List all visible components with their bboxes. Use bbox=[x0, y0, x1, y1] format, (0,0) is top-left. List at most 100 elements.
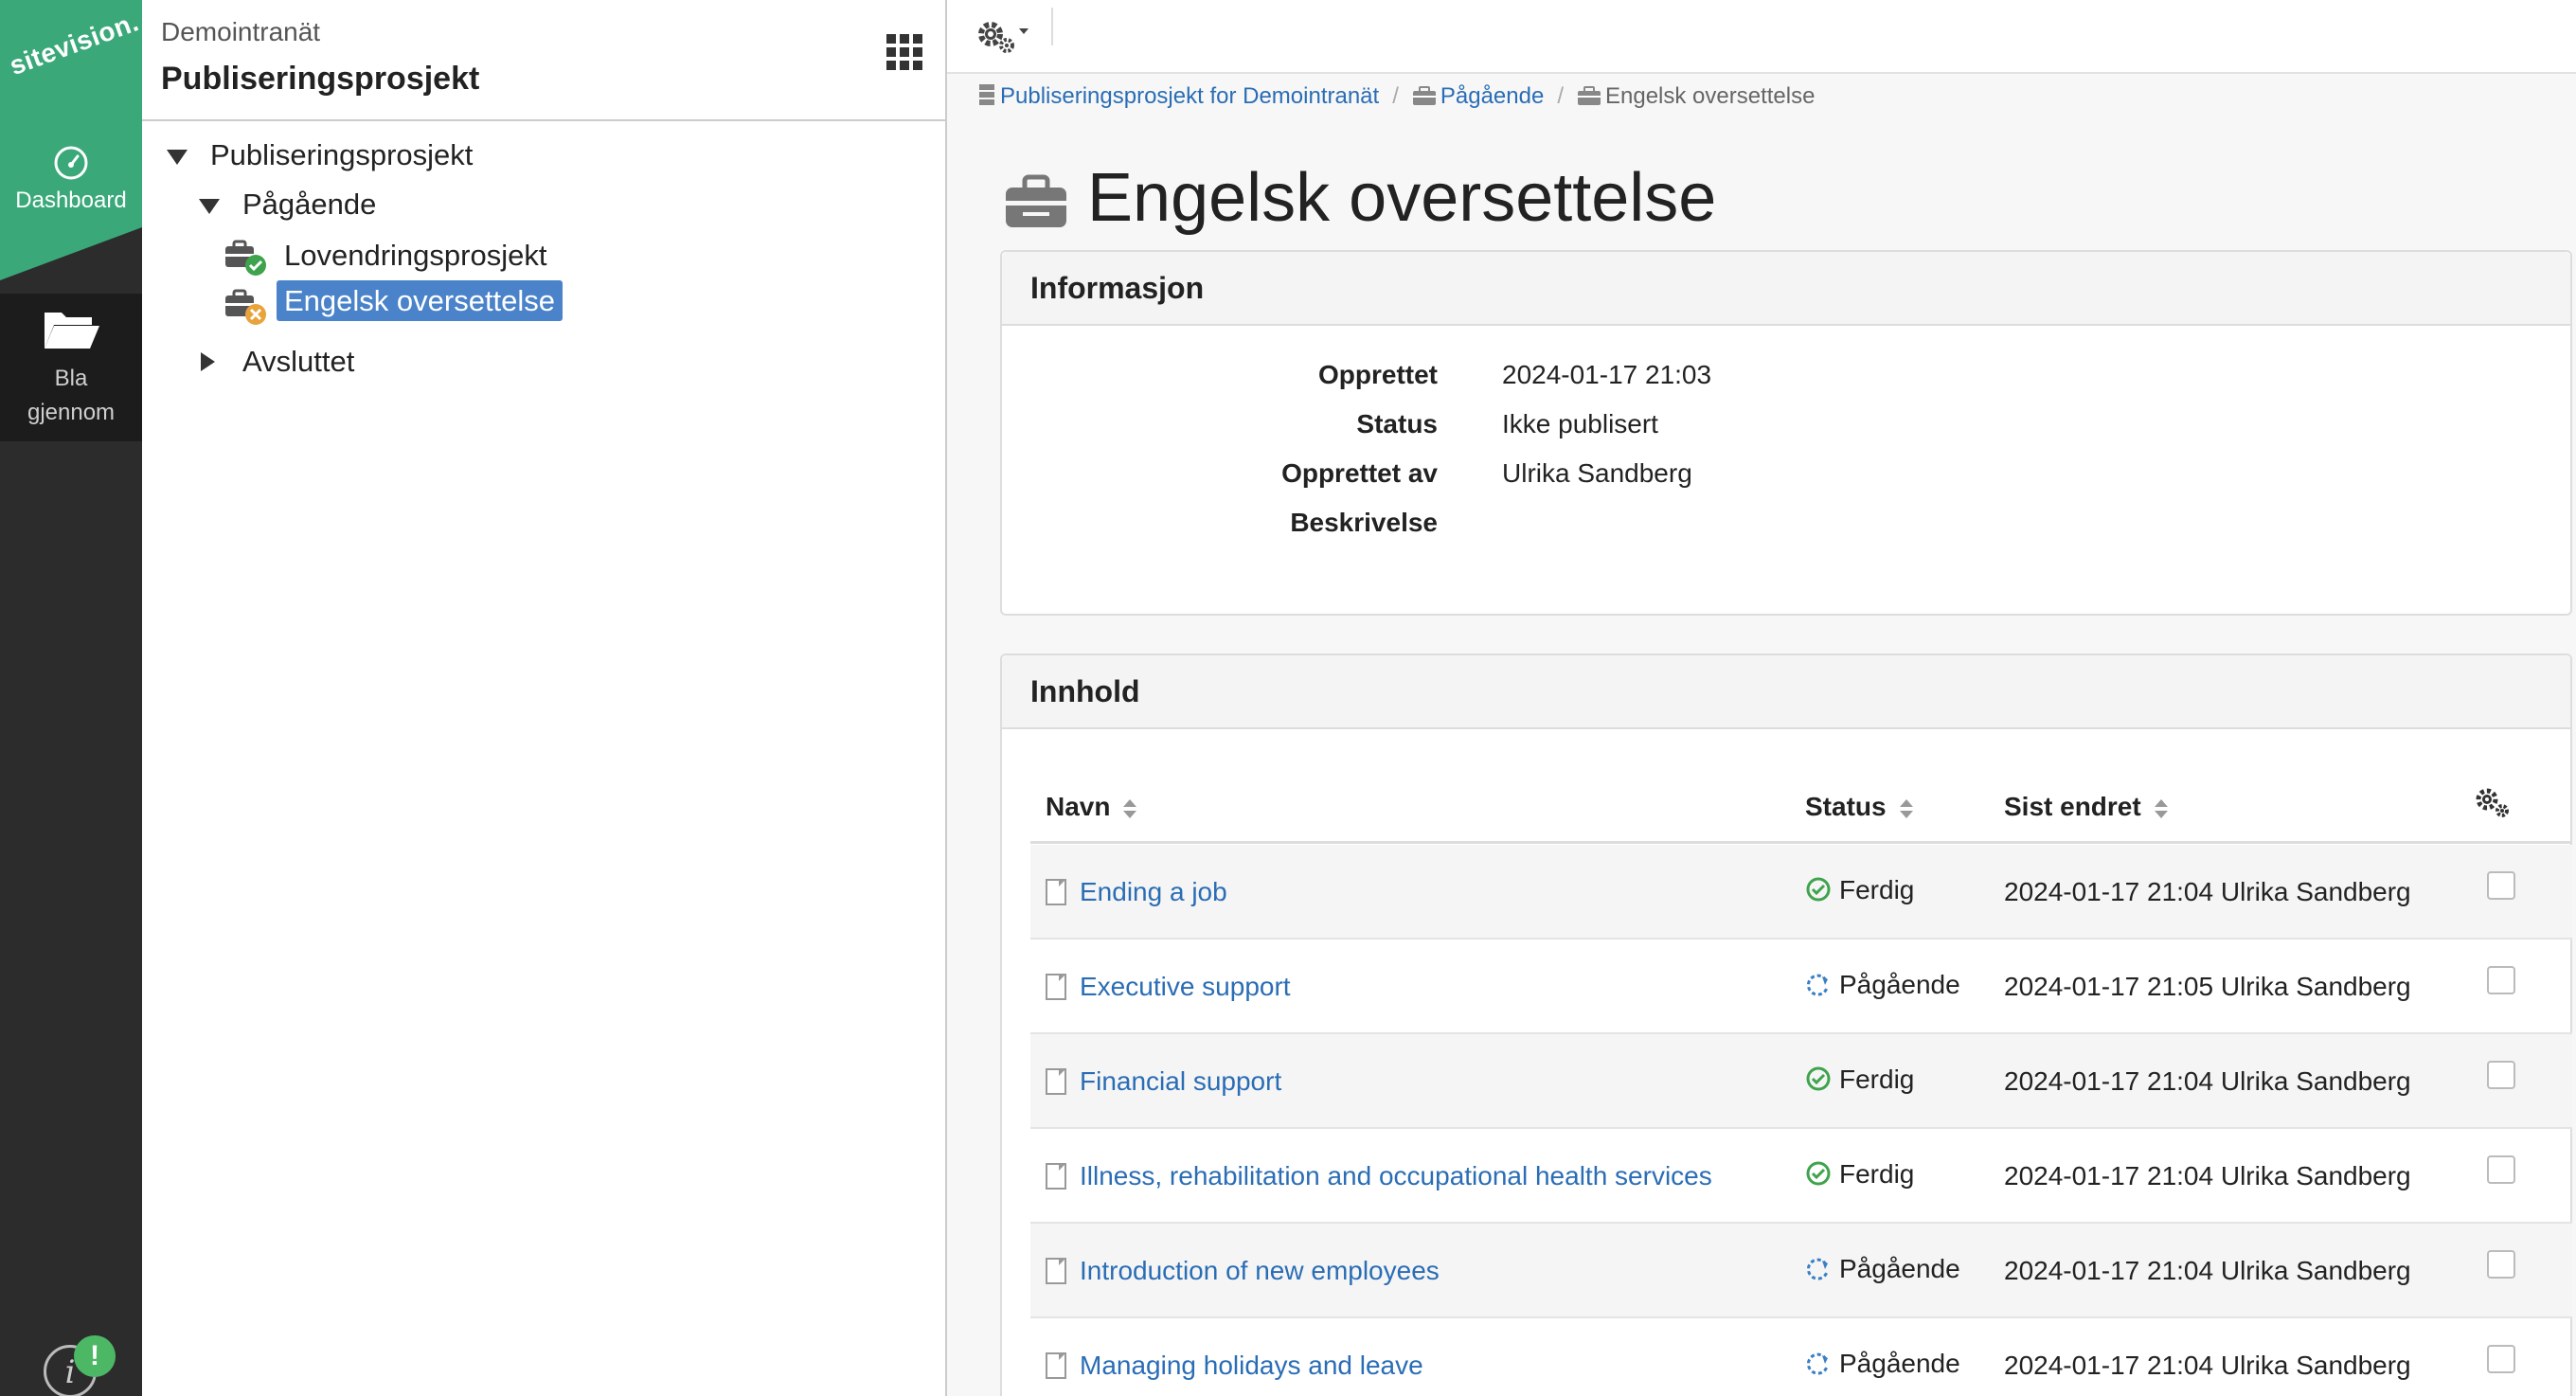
row-checkbox[interactable] bbox=[2487, 966, 2515, 994]
browse-label-line1: Bla bbox=[54, 366, 88, 391]
row-name-link[interactable]: Ending a job bbox=[1080, 877, 1227, 907]
briefcase-icon bbox=[1006, 174, 1066, 227]
breadcrumb-separator: / bbox=[1557, 83, 1564, 109]
expand-toggle-root[interactable] bbox=[167, 150, 188, 165]
info-panel-heading: Informasjon bbox=[1002, 252, 2570, 326]
table-row: Executive support Pågående 2024-01-17 21:0… bbox=[1030, 940, 2572, 1034]
refresh-icon bbox=[1806, 1258, 1829, 1280]
tree-node-label: Lovendringsprosjekt bbox=[284, 239, 547, 272]
created-by-label: Opprettet av bbox=[1281, 458, 1438, 488]
app-rail: sitevision. Dashboard Bla gjennom i ! bbox=[0, 0, 142, 1396]
browse-button[interactable]: Bla gjennom bbox=[0, 294, 142, 441]
description-label: Beskrivelse bbox=[1290, 508, 1438, 537]
tree-panel-header: Demointranät Publiseringsprosjekt bbox=[142, 0, 945, 121]
refresh-icon bbox=[1806, 1352, 1829, 1375]
row-status-label: Ferdig bbox=[1839, 1159, 1915, 1189]
document-icon bbox=[1046, 1163, 1066, 1190]
row-name-link[interactable]: Introduction of new employees bbox=[1080, 1256, 1440, 1286]
row-checkbox[interactable] bbox=[2487, 1061, 2515, 1089]
expand-toggle-ongoing[interactable] bbox=[199, 199, 220, 214]
content-panel-heading: Innhold bbox=[1002, 655, 2570, 729]
speedometer-icon bbox=[54, 146, 88, 180]
sort-icon bbox=[2154, 798, 2168, 818]
column-header-label: Navn bbox=[1046, 792, 1111, 821]
table-row: Ending a job Ferdig 2024-01-17 21:04 Ulrik… bbox=[1030, 845, 2572, 940]
tree-node-label: Avsluttet bbox=[242, 345, 355, 378]
row-name-link[interactable]: Executive support bbox=[1080, 972, 1291, 1002]
tree-node-label: Pågående bbox=[242, 188, 377, 221]
column-header-label: Status bbox=[1805, 792, 1887, 821]
status-value: Ikke publisert bbox=[1502, 409, 1658, 438]
breadcrumb-current: Engelsk oversettelse bbox=[1604, 83, 1816, 109]
main-content: Publiseringsprosjekt for Demointranät / P… bbox=[947, 0, 2576, 1396]
row-status-label: Pågående bbox=[1839, 1254, 1960, 1283]
table-settings-button[interactable] bbox=[2474, 784, 2515, 847]
project-done-icon bbox=[225, 240, 266, 276]
tree-node-label: Engelsk oversettelse bbox=[277, 280, 564, 321]
site-name: Demointranät bbox=[161, 17, 321, 46]
briefcase-icon bbox=[1412, 86, 1436, 105]
dashboard-label: Dashboard bbox=[15, 188, 127, 213]
row-status: Pågående bbox=[1805, 1254, 1960, 1284]
server-icon bbox=[979, 84, 994, 105]
breadcrumb-link-project[interactable]: Publiseringsprosjekt for Demointranät bbox=[1000, 83, 1379, 109]
row-status-label: Ferdig bbox=[1839, 875, 1915, 904]
document-icon bbox=[1046, 1258, 1066, 1284]
row-status-label: Ferdig bbox=[1839, 1065, 1915, 1094]
apps-grid-icon[interactable] bbox=[886, 34, 924, 72]
table-row: Introduction of new employees Pågående 202… bbox=[1030, 1224, 2572, 1318]
row-name-link[interactable]: Managing holidays and leave bbox=[1080, 1351, 1423, 1381]
refresh-icon bbox=[1806, 974, 1829, 996]
settings-menu-button[interactable] bbox=[974, 15, 1034, 57]
created-by-value: Ulrika Sandberg bbox=[1502, 458, 1692, 488]
document-icon bbox=[1046, 1068, 1066, 1095]
check-circle-icon bbox=[1806, 1066, 1831, 1091]
notification-badge[interactable]: ! bbox=[74, 1335, 116, 1377]
project-tree-panel: Demointranät Publiseringsprosjekt Publis… bbox=[142, 0, 947, 1396]
row-modified: 2024-01-17 21:04 Ulrika Sandberg bbox=[2004, 877, 2411, 906]
created-label: Opprettet bbox=[1318, 360, 1438, 389]
info-panel: Informasjon Opprettet 2024-01-17 21:03 S… bbox=[1000, 250, 2572, 616]
gears-icon bbox=[978, 22, 1029, 53]
row-modified: 2024-01-17 21:04 Ulrika Sandberg bbox=[2004, 1066, 2411, 1096]
browse-label-line2: gjennom bbox=[27, 400, 116, 425]
document-icon bbox=[1046, 1352, 1066, 1379]
check-circle-icon bbox=[1806, 877, 1831, 902]
top-toolbar bbox=[947, 0, 2576, 74]
row-checkbox[interactable] bbox=[2487, 871, 2515, 900]
tree-node-label: Publiseringsprosjekt bbox=[210, 138, 474, 171]
row-modified: 2024-01-17 21:04 Ulrika Sandberg bbox=[2004, 1351, 2411, 1380]
row-status: Pågående bbox=[1805, 1349, 1960, 1379]
row-checkbox[interactable] bbox=[2487, 1345, 2515, 1373]
tree-node-lovendringsprosjekt[interactable]: Lovendringsprosjekt bbox=[284, 239, 546, 273]
dashboard-button[interactable]: Dashboard bbox=[0, 144, 142, 229]
row-name-link[interactable]: Financial support bbox=[1080, 1066, 1281, 1097]
row-name-link[interactable]: Illness, rehabilitation and occupational… bbox=[1080, 1161, 1712, 1191]
row-status: Pågående bbox=[1805, 970, 1960, 1000]
tree-node-ongoing[interactable]: Pågående bbox=[242, 188, 376, 222]
tree-node-engelsk-oversettelse[interactable]: Engelsk oversettelse bbox=[277, 280, 564, 321]
briefcase-icon bbox=[1577, 86, 1601, 105]
created-value: 2024-01-17 21:03 bbox=[1502, 360, 1712, 389]
row-modified: 2024-01-17 21:04 Ulrika Sandberg bbox=[2004, 1161, 2411, 1190]
check-circle-icon bbox=[1806, 1161, 1831, 1186]
breadcrumb: Publiseringsprosjekt for Demointranät / P… bbox=[977, 83, 1815, 112]
project-name: Publiseringsprosjekt bbox=[161, 61, 480, 97]
row-status-label: Pågående bbox=[1839, 1349, 1960, 1378]
breadcrumb-link-ongoing[interactable]: Pågående bbox=[1440, 83, 1544, 109]
row-modified: 2024-01-17 21:04 Ulrika Sandberg bbox=[2004, 1256, 2411, 1285]
row-checkbox[interactable] bbox=[2487, 1155, 2515, 1184]
document-icon bbox=[1046, 974, 1066, 1000]
row-status: Ferdig bbox=[1805, 1065, 1914, 1095]
row-modified: 2024-01-17 21:05 Ulrika Sandberg bbox=[2004, 972, 2411, 1001]
row-checkbox[interactable] bbox=[2487, 1250, 2515, 1279]
tree-node-finished[interactable]: Avsluttet bbox=[242, 345, 354, 379]
gears-icon bbox=[2476, 788, 2509, 817]
tree-node-root[interactable]: Publiseringsprosjekt bbox=[210, 138, 473, 172]
table-header-divider bbox=[1030, 841, 2572, 844]
expand-toggle-finished[interactable] bbox=[201, 352, 215, 371]
folder-open-icon bbox=[45, 313, 99, 349]
column-header-label: Sist endret bbox=[2004, 792, 2141, 821]
table-row: Managing holidays and leave Pågående 2024-… bbox=[1030, 1318, 2572, 1396]
status-label: Status bbox=[1356, 409, 1438, 438]
